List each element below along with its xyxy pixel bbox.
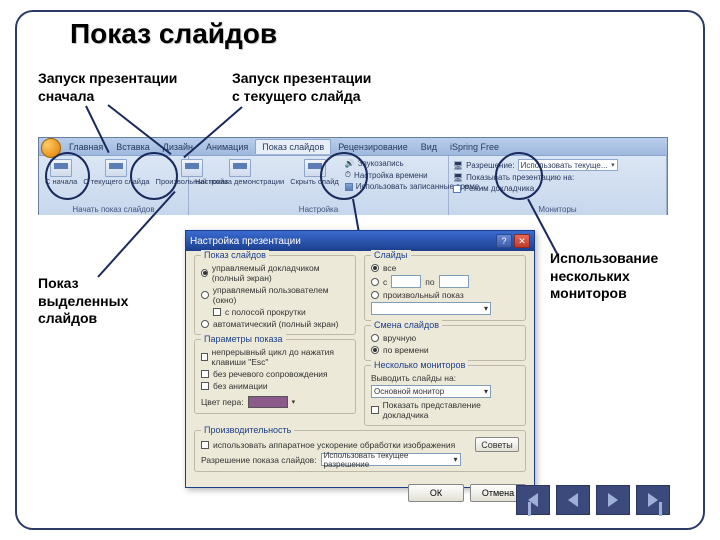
- fs-slides: Слайды все с по произвольный показ ▾: [364, 255, 526, 321]
- tab-insert[interactable]: Вставка: [110, 140, 155, 154]
- fs-performance: Производительность использовать аппаратн…: [194, 430, 526, 472]
- ribbon: Главная Вставка Дизайн Анимация Показ сл…: [38, 137, 668, 215]
- chk-presenter-view[interactable]: Режим докладчика: [453, 183, 662, 194]
- fs-monitors: Несколько мониторов Выводить слайды на: …: [364, 365, 526, 426]
- prev-icon: [568, 493, 578, 507]
- btn-hide-slide[interactable]: Скрыть слайд: [288, 158, 341, 192]
- next-icon: [608, 493, 618, 507]
- combo-resolution[interactable]: Использовать текуще...▾: [518, 159, 618, 171]
- chk-no-anim[interactable]: без анимации: [201, 380, 349, 392]
- hide-slide-icon: [304, 159, 326, 177]
- nav-last-button[interactable]: [636, 485, 670, 515]
- dialog-close-button[interactable]: ✕: [514, 234, 530, 248]
- radio-all-slides[interactable]: все: [371, 262, 519, 274]
- nav-prev-button[interactable]: [556, 485, 590, 515]
- fs-advance: Смена слайдов вручную по времени: [364, 325, 526, 361]
- radio-manual[interactable]: вручную: [371, 332, 519, 344]
- chk-hw-accel[interactable]: использовать аппаратное ускорение обрабо…: [201, 439, 455, 451]
- dialog-titlebar: Настройка презентации ? ✕: [186, 231, 534, 251]
- tips-button[interactable]: Советы: [475, 437, 519, 452]
- chk-scrollbar[interactable]: с полосой прокрутки: [201, 306, 349, 318]
- radio-kiosk[interactable]: автоматический (полный экран): [201, 318, 349, 330]
- radio-browsed[interactable]: управляемый пользователем (окно): [201, 284, 349, 306]
- pen-color-picker[interactable]: [248, 396, 288, 408]
- tab-animation[interactable]: Анимация: [200, 140, 254, 154]
- combo-custom-show[interactable]: ▾: [371, 302, 491, 315]
- tab-home[interactable]: Главная: [63, 140, 109, 154]
- checkbox-icon: [345, 183, 353, 191]
- label-monitors: Использование нескольких мониторов: [550, 250, 658, 303]
- monitor-play-icon: [50, 159, 72, 177]
- tab-review[interactable]: Рецензирование: [332, 140, 414, 154]
- chk-no-narration[interactable]: без речевого сопровождения: [201, 368, 349, 380]
- ok-button[interactable]: ОК: [408, 484, 464, 502]
- to-spinner[interactable]: [439, 275, 469, 288]
- nav-arrows: [516, 485, 670, 515]
- chk-loop[interactable]: непрерывный цикл до нажатия клавиши "Esc…: [201, 346, 349, 368]
- label-from-begin: Запуск презентации сначала: [38, 70, 177, 105]
- group-setup: Настройка демонстрации Скрыть слайд 🔊Зву…: [189, 156, 449, 215]
- radio-custom[interactable]: произвольный показ: [371, 289, 519, 301]
- ribbon-body: С начала С текущего слайда Произвольный …: [39, 156, 667, 215]
- radio-speaker[interactable]: управляемый докладчиком (полный экран): [201, 262, 349, 284]
- fs-show-type: Показ слайдов управляемый докладчиком (п…: [194, 255, 356, 335]
- combo-monitor[interactable]: Основной монитор▾: [371, 385, 491, 398]
- ribbon-tabs: Главная Вставка Дизайн Анимация Показ сл…: [39, 138, 667, 156]
- btn-setup[interactable]: Настройка демонстрации: [193, 158, 286, 192]
- tab-view[interactable]: Вид: [415, 140, 443, 154]
- dialog-title: Настройка презентации: [190, 236, 301, 247]
- dialog-help-button[interactable]: ?: [496, 234, 512, 248]
- group-start: С начала С текущего слайда Произвольный …: [39, 156, 189, 215]
- tab-design[interactable]: Дизайн: [157, 140, 199, 154]
- nav-first-button[interactable]: [516, 485, 550, 515]
- btn-from-current[interactable]: С текущего слайда: [81, 158, 151, 187]
- label-custom-show: Показ выделенных слайдов: [38, 275, 128, 328]
- setup-icon: [229, 159, 251, 177]
- label-from-current: Запуск презентации с текущего слайда: [232, 70, 371, 105]
- checkbox-icon: [453, 185, 461, 193]
- from-spinner[interactable]: [391, 275, 421, 288]
- group-monitors: 🖥Разрешение: Использовать текуще...▾ 🖥По…: [449, 156, 667, 215]
- fs-params: Параметры показа непрерывный цикл до наж…: [194, 339, 356, 414]
- radio-range[interactable]: с по: [371, 274, 519, 289]
- btn-from-begin[interactable]: С начала: [43, 158, 79, 187]
- monitor-current-icon: [105, 159, 127, 177]
- setup-show-dialog: Настройка презентации ? ✕ Показ слайдов …: [185, 230, 535, 488]
- office-button[interactable]: [41, 138, 61, 158]
- tab-ispring[interactable]: iSpring Free: [444, 140, 505, 154]
- radio-timings[interactable]: по времени: [371, 344, 519, 356]
- combo-show-res[interactable]: Использовать текущее разрешение▾: [321, 453, 461, 466]
- page-title: Показ слайдов: [70, 18, 277, 50]
- tab-slideshow[interactable]: Показ слайдов: [255, 139, 331, 154]
- chk-presenter[interactable]: Показать представление докладчика: [371, 399, 519, 421]
- nav-next-button[interactable]: [596, 485, 630, 515]
